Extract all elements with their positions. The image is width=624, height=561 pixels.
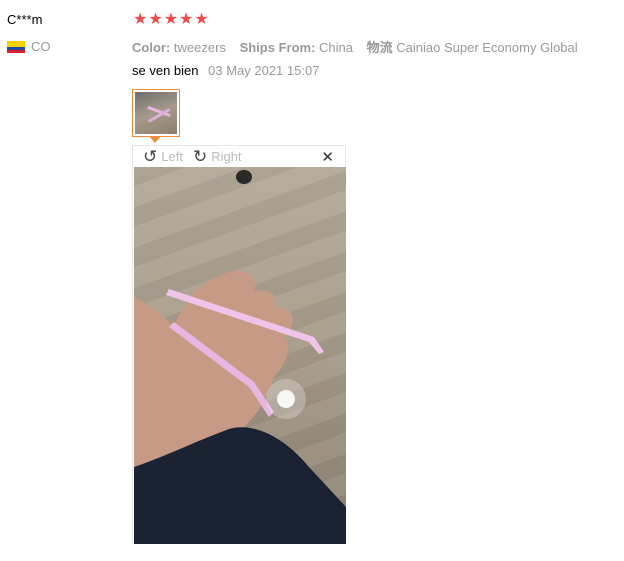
viewer-toolbar: ↺ Left ↻ Right ✕	[133, 146, 345, 167]
color-label: Color:	[132, 40, 171, 55]
ships-from-value: China	[319, 40, 353, 55]
photo-viewer: ↺ Left ↻ Right ✕	[132, 145, 346, 544]
country-code: CO	[31, 39, 51, 54]
star-icon: ★	[194, 11, 209, 28]
order-details: Color: tweezers Ships From: China 物流 Cai…	[132, 37, 578, 56]
reviewer-country: CO	[7, 39, 51, 54]
star-rating: ★ ★ ★ ★ ★	[133, 12, 209, 28]
rotate-left-button[interactable]: ↺ Left	[143, 146, 183, 166]
reviewer-name: C***m	[7, 12, 43, 27]
review-photo-thumbnail[interactable]	[132, 89, 180, 137]
star-icon: ★	[163, 11, 179, 28]
review-date: 03 May 2021 15:07	[208, 63, 320, 78]
rotate-right-icon: ↻	[192, 146, 208, 166]
close-button[interactable]: ✕	[321, 148, 334, 166]
rotate-left-label: Left	[161, 149, 183, 164]
star-icon: ★	[148, 11, 163, 28]
thumbnail-image	[135, 92, 177, 134]
review-body: se ven bien 03 May 2021 15:07	[132, 63, 319, 78]
logistics-label: 物流	[366, 40, 393, 55]
star-icon: ★	[179, 11, 194, 28]
thumbnail-pointer	[149, 136, 161, 143]
logistics-value: Cainiao Super Economy Global	[396, 40, 578, 55]
review-text: se ven bien	[132, 63, 199, 78]
rotate-right-label: Right	[211, 149, 242, 164]
photo-illustration	[134, 170, 346, 544]
rotate-left-icon: ↺	[143, 146, 158, 166]
star-icon: ★	[133, 11, 148, 28]
ships-from-label: Ships From:	[239, 40, 316, 55]
close-icon: ✕	[321, 149, 334, 166]
rotate-right-button[interactable]: ↻ Right	[192, 146, 242, 166]
review-photo-large	[134, 167, 346, 544]
colombia-flag-icon	[7, 40, 25, 53]
color-value: tweezers	[173, 40, 226, 55]
